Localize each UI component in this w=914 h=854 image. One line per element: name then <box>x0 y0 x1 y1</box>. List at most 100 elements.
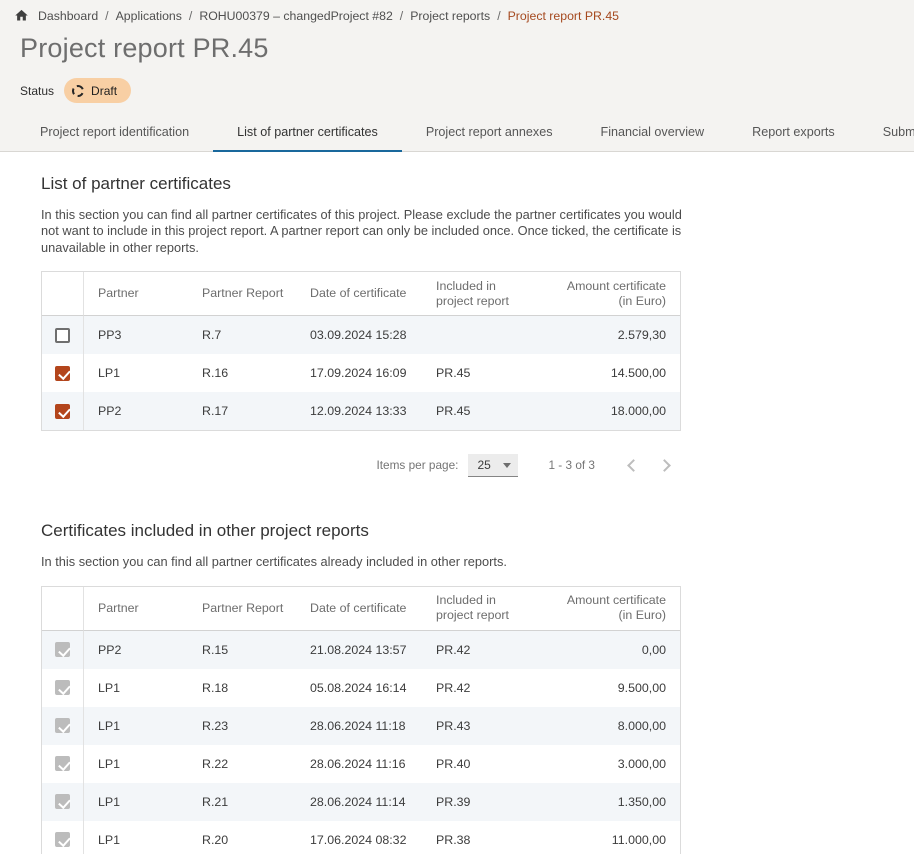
table-row: PP2 R.17 12.09.2024 13:33 PR.45 18.000,0… <box>42 392 680 430</box>
column-header-partner-report: Partner Report <box>188 587 296 631</box>
other-reports-certificates-table: Partner Partner Report Date of certifica… <box>41 586 681 854</box>
page-header: Dashboard / Applications / ROHU00379 – c… <box>0 0 914 152</box>
table-row: LP1 R.22 28.06.2024 11:16 PR.40 3.000,00 <box>42 745 680 783</box>
table-header-row: Partner Partner Report Date of certifica… <box>42 272 680 316</box>
table-row: LP1 R.16 17.09.2024 16:09 PR.45 14.500,0… <box>42 354 680 392</box>
column-header-partner-report: Partner Report <box>188 272 296 316</box>
tab-financial-overview[interactable]: Financial overview <box>577 118 729 151</box>
column-header-amount-certificate: Amount certificate (in Euro) <box>542 587 680 631</box>
paginator-range-label: 1 - 3 of 3 <box>548 458 595 472</box>
caret-down-icon <box>503 463 511 468</box>
status-row: Status Draft <box>20 78 914 103</box>
cell-partner-report: R.22 <box>188 745 296 783</box>
cell-included-in-project-report: PR.45 <box>422 392 542 430</box>
cell-date-of-certificate: 28.06.2024 11:18 <box>296 707 422 745</box>
column-header-date-of-certificate: Date of certificate <box>296 272 422 316</box>
column-header-partner: Partner <box>84 587 188 631</box>
cell-partner-report: R.16 <box>188 354 296 392</box>
table-row: LP1 R.23 28.06.2024 11:18 PR.43 8.000,00 <box>42 707 680 745</box>
cell-partner: LP1 <box>84 669 188 707</box>
cell-partner-report: R.21 <box>188 783 296 821</box>
breadcrumb-item-project[interactable]: ROHU00379 – changedProject #82 <box>199 9 392 23</box>
partner-certificates-table: Partner Partner Report Date of certifica… <box>41 271 681 431</box>
tab-project-report-identification[interactable]: Project report identification <box>16 118 213 151</box>
include-certificate-checkbox-disabled <box>55 642 70 657</box>
cell-amount: 1.350,00 <box>542 783 680 821</box>
breadcrumb-separator: / <box>400 9 403 23</box>
cell-partner: PP2 <box>84 392 188 430</box>
table-row: PP2 R.15 21.08.2024 13:57 PR.42 0,00 <box>42 631 680 669</box>
include-certificate-checkbox-disabled <box>55 794 70 809</box>
breadcrumb-separator: / <box>105 9 108 23</box>
section-description-partner-certificates: In this section you can find all partner… <box>41 207 696 256</box>
include-certificate-checkbox-disabled <box>55 680 70 695</box>
breadcrumb-item-current[interactable]: Project report PR.45 <box>508 9 619 23</box>
breadcrumb: Dashboard / Applications / ROHU00379 – c… <box>0 0 914 23</box>
cell-date-of-certificate: 21.08.2024 13:57 <box>296 631 422 669</box>
section-description-other-reports: In this section you can find all partner… <box>41 554 696 570</box>
column-header-date-of-certificate: Date of certificate <box>296 587 422 631</box>
breadcrumb-separator: / <box>497 9 500 23</box>
tab-submit[interactable]: Submit <box>859 118 914 151</box>
cell-included-in-project-report: PR.42 <box>422 631 542 669</box>
page-title: Project report PR.45 <box>20 33 914 64</box>
cell-partner: LP1 <box>84 783 188 821</box>
table-row: LP1 R.21 28.06.2024 11:14 PR.39 1.350,00 <box>42 783 680 821</box>
tab-list-of-partner-certificates[interactable]: List of partner certificates <box>213 118 402 151</box>
cell-partner-report: R.20 <box>188 821 296 854</box>
cell-partner: PP3 <box>84 316 188 354</box>
column-header-partner: Partner <box>84 272 188 316</box>
cell-partner: LP1 <box>84 745 188 783</box>
cell-amount: 14.500,00 <box>542 354 680 392</box>
items-per-page-select[interactable]: 25 <box>468 454 518 477</box>
cell-included-in-project-report: PR.40 <box>422 745 542 783</box>
column-header-included-in-project-report: Included in project report <box>422 272 542 316</box>
cell-amount: 11.000,00 <box>542 821 680 854</box>
section-title-other-reports: Certificates included in other project r… <box>41 521 914 541</box>
cell-amount: 8.000,00 <box>542 707 680 745</box>
cell-amount: 18.000,00 <box>542 392 680 430</box>
status-label: Status <box>20 84 54 98</box>
previous-page-icon <box>627 459 640 472</box>
breadcrumb-item-dashboard[interactable]: Dashboard <box>38 9 98 23</box>
column-header-amount-certificate: Amount certificate (in Euro) <box>542 272 680 316</box>
tab-report-exports[interactable]: Report exports <box>728 118 859 151</box>
include-certificate-checkbox-disabled <box>55 832 70 847</box>
home-icon[interactable] <box>14 8 29 23</box>
cell-partner: LP1 <box>84 707 188 745</box>
table-row: LP1 R.18 05.08.2024 16:14 PR.42 9.500,00 <box>42 669 680 707</box>
cell-included-in-project-report: PR.42 <box>422 669 542 707</box>
select-column-header <box>42 587 84 631</box>
include-certificate-checkbox[interactable] <box>55 366 70 381</box>
cell-partner-report: R.18 <box>188 669 296 707</box>
include-certificate-checkbox[interactable] <box>55 328 70 343</box>
draft-status-icon <box>72 85 84 97</box>
cell-included-in-project-report: PR.43 <box>422 707 542 745</box>
breadcrumb-item-applications[interactable]: Applications <box>116 9 182 23</box>
paginator: Items per page: 25 1 - 3 of 3 <box>41 445 681 485</box>
status-value: Draft <box>91 84 117 98</box>
include-certificate-checkbox[interactable] <box>55 404 70 419</box>
cell-partner-report: R.15 <box>188 631 296 669</box>
cell-included-in-project-report: PR.39 <box>422 783 542 821</box>
cell-date-of-certificate: 17.06.2024 08:32 <box>296 821 422 854</box>
breadcrumb-item-project-reports[interactable]: Project reports <box>410 9 490 23</box>
cell-partner: PP2 <box>84 631 188 669</box>
cell-amount: 9.500,00 <box>542 669 680 707</box>
include-certificate-checkbox-disabled <box>55 756 70 771</box>
column-header-included-in-project-report: Included in project report <box>422 587 542 631</box>
cell-partner-report: R.7 <box>188 316 296 354</box>
select-column-header <box>42 272 84 316</box>
tab-bar: Project report identification List of pa… <box>0 118 914 151</box>
cell-date-of-certificate: 12.09.2024 13:33 <box>296 392 422 430</box>
include-certificate-checkbox-disabled <box>55 718 70 733</box>
status-badge: Draft <box>64 78 131 103</box>
table-row: PP3 R.7 03.09.2024 15:28 2.579,30 <box>42 316 680 354</box>
breadcrumb-separator: / <box>189 9 192 23</box>
tab-project-report-annexes[interactable]: Project report annexes <box>402 118 577 151</box>
table-row: LP1 R.20 17.06.2024 08:32 PR.38 11.000,0… <box>42 821 680 854</box>
cell-date-of-certificate: 28.06.2024 11:14 <box>296 783 422 821</box>
cell-partner: LP1 <box>84 354 188 392</box>
items-per-page-label: Items per page: <box>376 458 458 472</box>
cell-included-in-project-report: PR.45 <box>422 354 542 392</box>
